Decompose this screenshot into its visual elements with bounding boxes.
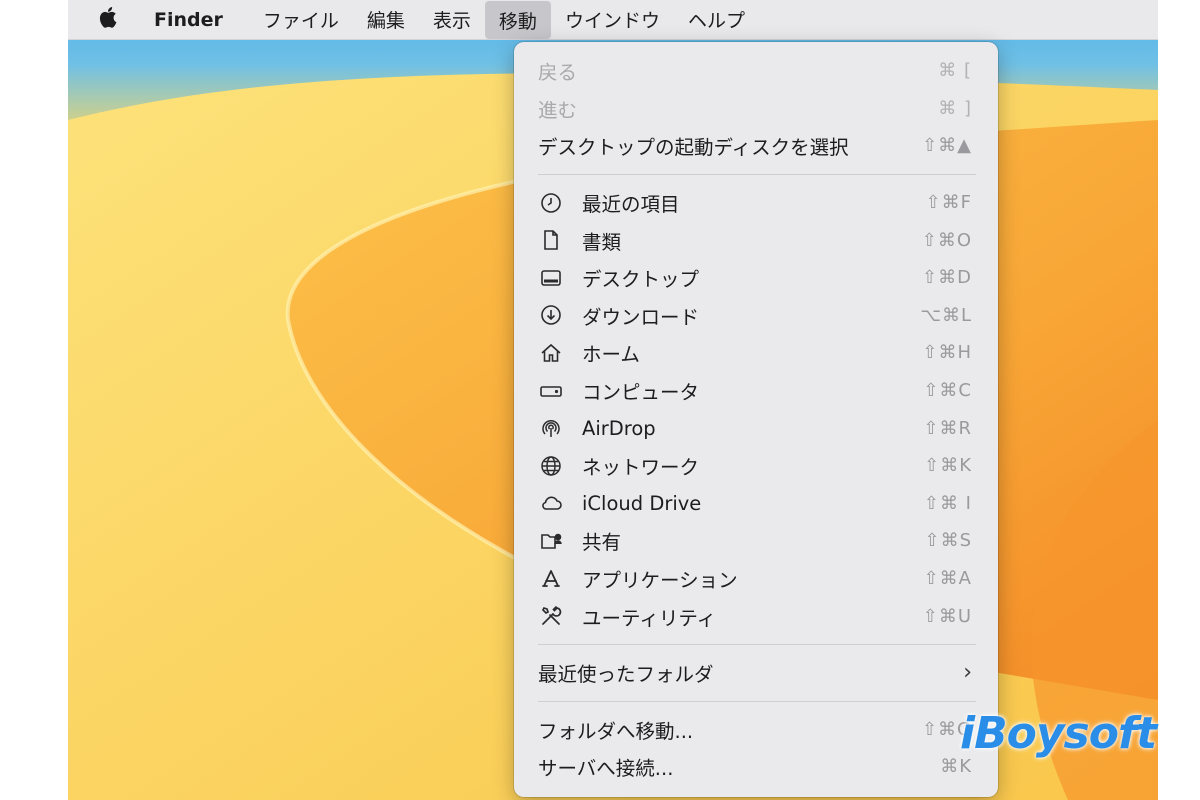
menu-item-computer[interactable]: コンピュータ ⇧⌘C xyxy=(514,372,998,410)
menu-separator xyxy=(538,700,976,702)
menu-item-shortcut: ⇧⌘R xyxy=(923,417,972,439)
menu-item-recents[interactable]: 最近の項目 ⇧⌘F xyxy=(514,184,998,222)
menu-item-label: ネットワーク xyxy=(582,456,700,480)
menu-item-label: iCloud Drive xyxy=(582,491,702,515)
menu-item-shortcut: ⌘ ] xyxy=(938,97,972,119)
computer-icon xyxy=(538,378,564,404)
menu-item-label: 戻る xyxy=(538,61,578,85)
menu-view[interactable]: 表示 xyxy=(419,0,485,40)
menu-item-label: 共有 xyxy=(582,531,622,555)
menu-item-label: デスクトップ xyxy=(582,268,700,292)
menu-item-shortcut: ⌥⌘L xyxy=(920,304,972,326)
apple-menu[interactable] xyxy=(68,0,140,40)
menu-item-icloud-drive[interactable]: iCloud Drive ⇧⌘ I xyxy=(514,485,998,523)
desktop-icon xyxy=(538,265,564,291)
menu-window[interactable]: ウインドウ xyxy=(551,0,674,40)
menu-item-shortcut: ⇧⌘ I xyxy=(923,492,972,514)
menu-item-back[interactable]: 戻る ⌘ [ xyxy=(514,52,998,90)
menu-item-shortcut: ⇧⌘S xyxy=(924,530,972,552)
menu-item-shortcut: ⇧⌘C xyxy=(923,380,972,402)
menu-item-startup-disk[interactable]: デスクトップの起動ディスクを選択 ⇧⌘▲ xyxy=(514,127,998,165)
menu-item-desktop[interactable]: デスクトップ ⇧⌘D xyxy=(514,259,998,297)
menu-item-recent-folders[interactable]: 最近使ったフォルダ › xyxy=(514,654,998,692)
menu-item-label: フォルダへ移動... xyxy=(538,719,694,743)
menu-item-label: ホーム xyxy=(582,343,640,367)
menu-item-shortcut: ⇧⌘H xyxy=(922,342,972,364)
menu-item-label: アプリケーション xyxy=(582,569,738,593)
menu-item-shared[interactable]: 共有 ⇧⌘S xyxy=(514,522,998,560)
menu-item-label: デスクトップの起動ディスクを選択 xyxy=(538,136,849,160)
clock-icon xyxy=(538,190,564,216)
menu-item-label: 最近の項目 xyxy=(582,193,680,217)
menu-item-documents[interactable]: 書類 ⇧⌘O xyxy=(514,221,998,259)
menu-item-label: サーバへ接続... xyxy=(538,757,674,781)
menu-item-home[interactable]: ホーム ⇧⌘H xyxy=(514,334,998,372)
menu-separator xyxy=(538,643,976,645)
airdrop-icon xyxy=(538,415,564,441)
download-icon xyxy=(538,302,564,328)
menu-item-downloads[interactable]: ダウンロード ⌥⌘L xyxy=(514,297,998,335)
menu-item-go-to-folder[interactable]: フォルダへ移動... ⇧⌘G xyxy=(514,711,998,749)
menu-item-label: 進む xyxy=(538,98,578,122)
menu-finder[interactable]: Finder xyxy=(140,0,249,40)
menu-item-network[interactable]: ネットワーク ⇧⌘K xyxy=(514,447,998,485)
menu-item-label: ダウンロード xyxy=(582,305,700,329)
menu-separator xyxy=(538,173,976,175)
menu-item-label: ユーティリティ xyxy=(582,606,717,630)
menu-help[interactable]: ヘルプ xyxy=(674,0,759,40)
menu-item-shortcut: ⇧⌘D xyxy=(922,267,972,289)
menu-item-label: AirDrop xyxy=(582,416,656,440)
menu-item-utilities[interactable]: ユーティリティ ⇧⌘U xyxy=(514,597,998,635)
home-icon xyxy=(538,340,564,366)
menu-item-label: コンピュータ xyxy=(582,381,700,405)
chevron-right-icon: › xyxy=(963,660,972,686)
menu-bar: Finder ファイル 編集 表示 移動 ウインドウ ヘルプ xyxy=(68,0,1158,40)
menu-item-forward[interactable]: 進む ⌘ ] xyxy=(514,90,998,128)
menu-item-airdrop[interactable]: AirDrop ⇧⌘R xyxy=(514,409,998,447)
menu-item-shortcut: ⌘K xyxy=(940,756,972,778)
menu-item-label: 最近使ったフォルダ xyxy=(538,663,714,687)
menu-item-shortcut: ⇧⌘U xyxy=(922,605,972,627)
apple-logo-icon xyxy=(98,5,120,34)
menu-file[interactable]: ファイル xyxy=(249,0,353,40)
menu-item-shortcut: ⌘ [ xyxy=(938,60,972,82)
menu-item-shortcut: ⇧⌘K xyxy=(924,455,972,477)
menu-go[interactable]: 移動 xyxy=(484,1,551,39)
applications-icon xyxy=(538,566,564,592)
cloud-icon xyxy=(538,490,564,516)
utilities-icon xyxy=(538,603,564,629)
watermark-logo: iBoysoft xyxy=(960,708,1157,759)
menu-edit[interactable]: 編集 xyxy=(353,0,419,40)
menu-item-shortcut: ⇧⌘F xyxy=(925,192,972,214)
menu-item-applications[interactable]: アプリケーション ⇧⌘A xyxy=(514,560,998,598)
menu-item-shortcut: ⇧⌘O xyxy=(921,229,972,251)
go-menu-dropdown: 戻る ⌘ [ 進む ⌘ ] デスクトップの起動ディスクを選択 ⇧⌘▲ 最近の項目… xyxy=(514,42,998,797)
menu-item-connect-to-server[interactable]: サーバへ接続... ⌘K xyxy=(514,748,998,786)
desktop-screen: Finder ファイル 編集 表示 移動 ウインドウ ヘルプ 戻る ⌘ [ 進む… xyxy=(68,0,1158,800)
document-icon xyxy=(538,227,564,253)
shared-folder-icon xyxy=(538,528,564,554)
menu-item-shortcut: ⇧⌘A xyxy=(923,568,972,590)
network-icon xyxy=(538,453,564,479)
menu-item-label: 書類 xyxy=(582,230,622,254)
menu-item-shortcut: ⇧⌘▲ xyxy=(922,135,972,157)
